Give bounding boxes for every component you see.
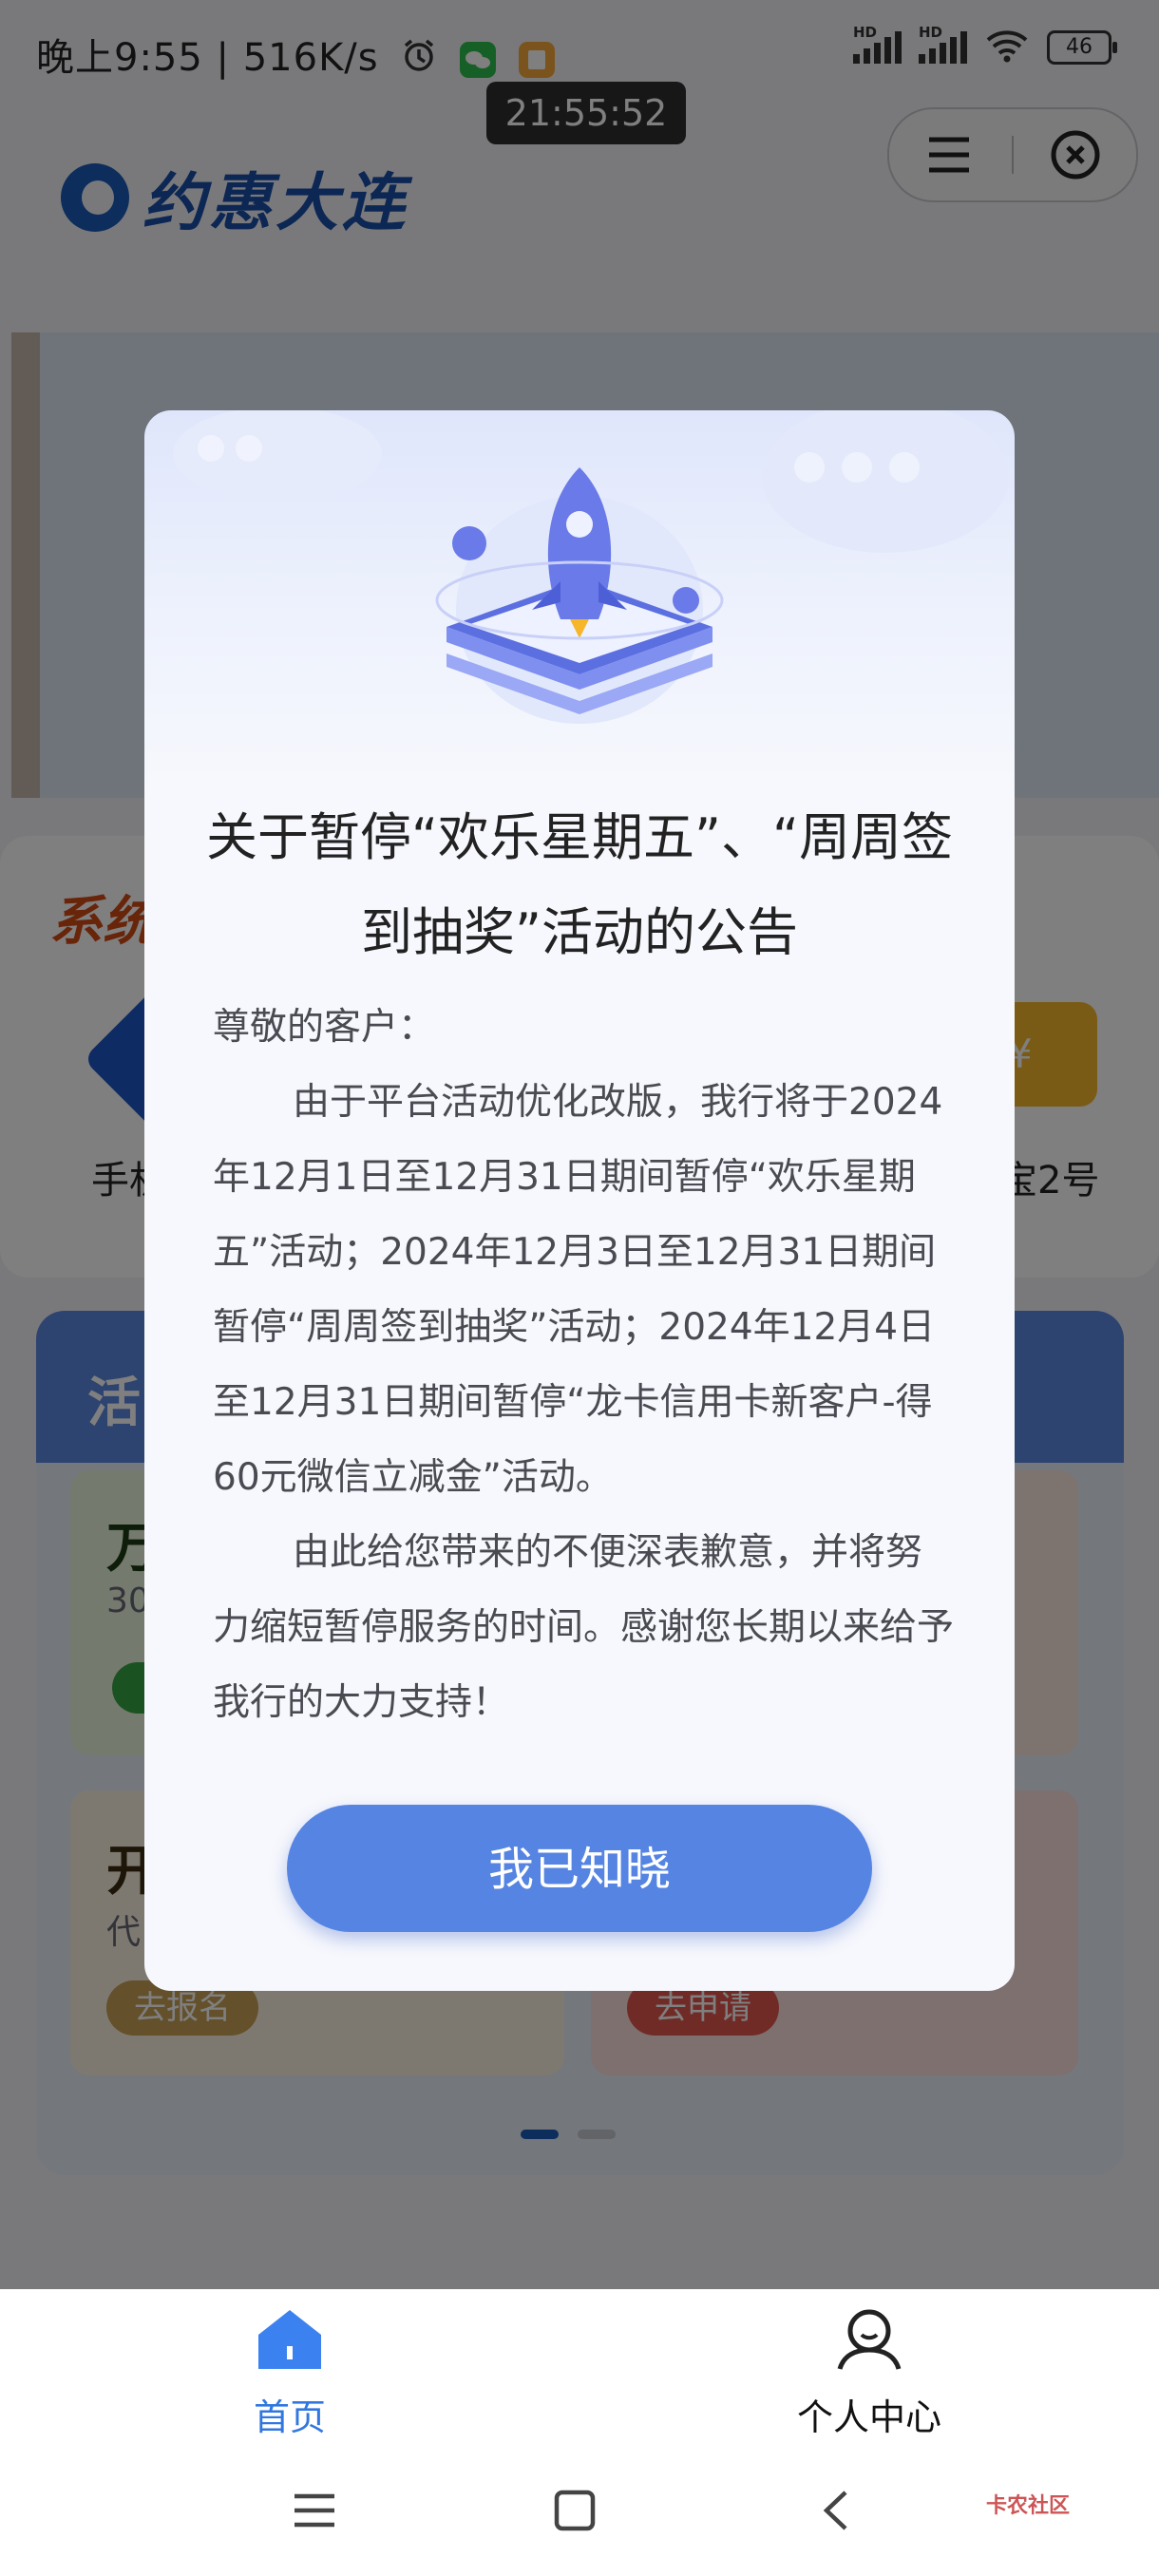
nav-home-icon[interactable] — [553, 2489, 597, 2536]
watermark: 卡农社区 — [986, 2494, 1071, 2518]
notice-paragraph: 由此给您带来的不便深表歉意，并将努力缩短暂停服务的时间。感谢您长期以来给予我行的… — [213, 1531, 955, 1724]
notice-paragraph: 由于平台活动优化改版，我行将于2024年12月1日至12月31日期间暂停“欢乐星… — [213, 1081, 943, 1499]
user-icon — [836, 2309, 902, 2375]
rocket-illustration — [173, 410, 1009, 724]
notice-greeting: 尊敬的客户： — [213, 1006, 436, 1049]
notice-title: 关于暂停“欢乐星期五”、“周周签到抽奖”活动的公告 — [206, 807, 953, 962]
tab-user-center[interactable]: 个人中心 — [727, 2308, 1012, 2440]
notice-modal: 关于暂停“欢乐星期五”、“周周签到抽奖”活动的公告 尊敬的客户： 由于平台活动优… — [144, 410, 1015, 1991]
tab-home-label: 首页 — [253, 2396, 326, 2438]
tab-bar: 首页 个人中心 — [0, 2289, 1159, 2451]
nav-back-icon[interactable] — [815, 2489, 859, 2536]
tab-home[interactable]: 首页 — [147, 2308, 432, 2440]
system-nav-bar: 卡农社区 — [0, 2451, 1159, 2576]
nav-menu-icon[interactable] — [293, 2489, 336, 2536]
home-icon — [256, 2310, 323, 2375]
notice-body: 尊敬的客户： 由于平台活动优化改版，我行将于2024年12月1日至12月31日期… — [213, 990, 954, 1740]
tab-user-label: 个人中心 — [796, 2396, 941, 2438]
acknowledge-button[interactable]: 我已知晓 — [287, 1805, 872, 1932]
